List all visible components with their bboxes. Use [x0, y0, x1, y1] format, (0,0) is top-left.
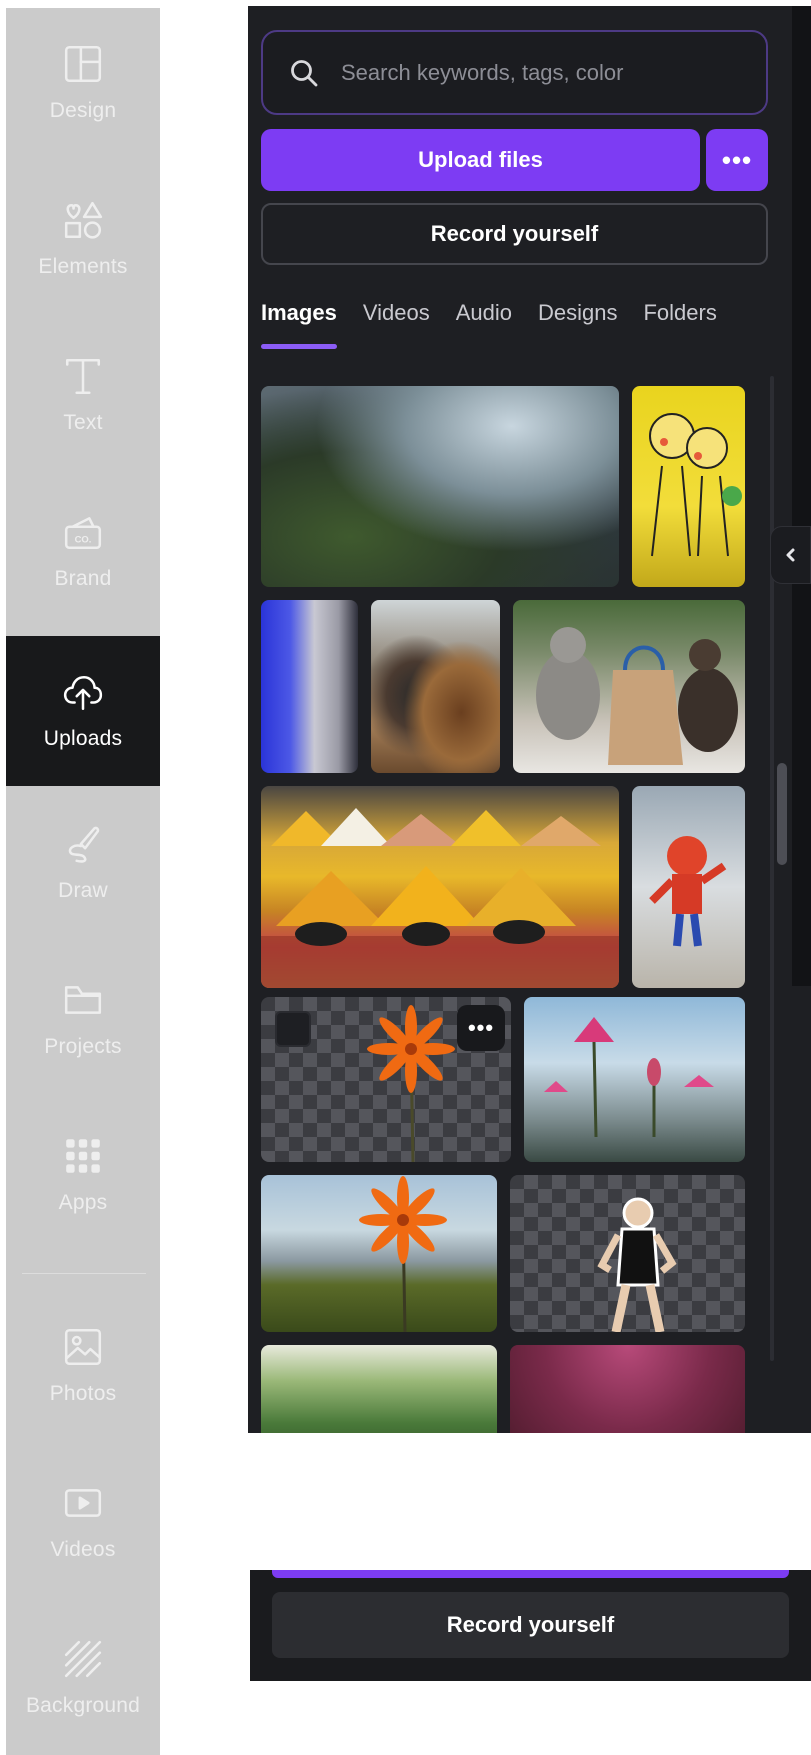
- sidebar-item-label: Design: [49, 99, 117, 122]
- gallery-image-runner-cutout[interactable]: [510, 1175, 745, 1332]
- runner-graphic: [597, 1197, 677, 1332]
- folder-icon: [64, 986, 102, 1014]
- sidebar-item-photos[interactable]: Photos: [6, 1291, 160, 1441]
- pink-lilies-graphic: [544, 1017, 714, 1138]
- chevron-left-icon: [786, 548, 794, 562]
- sidebar-item-background[interactable]: Background: [6, 1603, 160, 1753]
- gallery-image-pink-texture[interactable]: [510, 1345, 745, 1433]
- cloud-upload-icon: [63, 676, 103, 711]
- scrollbar-thumb[interactable]: [777, 763, 787, 865]
- record-yourself-button-lower[interactable]: Record yourself: [272, 1592, 789, 1658]
- image-gallery[interactable]: •••: [248, 376, 768, 1433]
- tab-folders[interactable]: Folders: [643, 300, 716, 350]
- gallery-image-spices[interactable]: [261, 786, 619, 988]
- tab-videos[interactable]: Videos: [363, 300, 430, 350]
- sidebar-item-label: Background: [25, 1694, 141, 1717]
- sidebar-item-label: Videos: [50, 1538, 116, 1561]
- sidebar-item-label: Brand: [54, 567, 112, 590]
- gallery-image-trees[interactable]: [261, 1345, 497, 1433]
- scrollbar-track[interactable]: [770, 376, 774, 1361]
- gallery-image-burger[interactable]: [371, 600, 500, 773]
- sidebar: Design Elements Text CO. Brand Uploads D…: [6, 8, 160, 1755]
- tab-images[interactable]: Images: [261, 300, 337, 350]
- pen-icon: [68, 826, 100, 863]
- gallery-image-flower-cutout[interactable]: •••: [261, 997, 511, 1162]
- media-tabs: Images Videos Audio Designs Folders: [261, 300, 743, 350]
- page: Design Elements Text CO. Brand Uploads D…: [0, 0, 811, 1755]
- image-icon: [64, 1328, 102, 1366]
- sidebar-item-label: Uploads: [43, 727, 123, 750]
- sidebar-item-draw[interactable]: Draw: [6, 788, 160, 938]
- collapse-panel-button[interactable]: [770, 526, 811, 584]
- sidebar-item-projects[interactable]: Projects: [6, 944, 160, 1094]
- spice-mounds-graphic: [261, 808, 619, 988]
- sidebar-item-text[interactable]: Text: [6, 320, 160, 470]
- gallery-image-ceramics[interactable]: [513, 600, 745, 773]
- search-icon: [291, 59, 318, 86]
- image-more-button[interactable]: •••: [457, 1005, 505, 1051]
- sidebar-item-label: Elements: [38, 255, 128, 278]
- orange-flower-graphic: [359, 1176, 447, 1332]
- tab-designs[interactable]: Designs: [538, 300, 617, 350]
- sidebar-item-design[interactable]: Design: [6, 8, 160, 158]
- ceramic-figures-graphic: [536, 627, 738, 765]
- text-icon: [65, 358, 101, 395]
- upload-files-button[interactable]: Upload files: [261, 129, 700, 191]
- sidebar-item-label: Photos: [49, 1382, 117, 1405]
- grid-icon: [66, 1139, 100, 1173]
- upload-button-edge[interactable]: [272, 1570, 789, 1578]
- sidebar-item-uploads[interactable]: Uploads: [6, 636, 160, 786]
- more-dots-icon: •••: [467, 1015, 495, 1040]
- brand-icon: CO.: [64, 517, 102, 550]
- svg-text:CO.: CO.: [75, 535, 92, 546]
- layout-icon: [64, 45, 102, 83]
- shapes-icon: [64, 201, 103, 239]
- sidebar-item-apps[interactable]: Apps: [6, 1100, 160, 1250]
- red-toy-graphic: [649, 836, 727, 947]
- gallery-image-yellow-poster[interactable]: [632, 386, 745, 587]
- record-yourself-button[interactable]: Record yourself: [261, 203, 768, 265]
- sidebar-item-brand[interactable]: CO. Brand: [6, 476, 160, 626]
- search-bar[interactable]: [261, 30, 768, 115]
- tab-audio[interactable]: Audio: [456, 300, 512, 350]
- sidebar-divider: [22, 1273, 146, 1274]
- sidebar-item-label: Draw: [58, 879, 108, 902]
- gallery-image-flower-landscape[interactable]: [261, 1175, 497, 1332]
- search-input[interactable]: [341, 59, 766, 86]
- more-options-button[interactable]: •••: [706, 129, 768, 191]
- sidebar-item-elements[interactable]: Elements: [6, 164, 160, 314]
- gallery-image-water-lilies[interactable]: [524, 997, 745, 1162]
- more-dots-icon: •••: [721, 144, 753, 175]
- panel-edge: [792, 6, 811, 986]
- sidebar-item-videos[interactable]: Videos: [6, 1447, 160, 1597]
- sidebar-item-label: Text: [63, 411, 103, 434]
- video-icon: [64, 1489, 102, 1517]
- gallery-image-toy[interactable]: [632, 786, 745, 988]
- gallery-image-statue[interactable]: [261, 600, 358, 773]
- sidebar-item-label: Apps: [58, 1191, 108, 1214]
- sidebar-item-label: Projects: [44, 1035, 122, 1058]
- stripes-icon: [64, 1640, 102, 1678]
- select-checkbox[interactable]: [275, 1011, 311, 1047]
- gallery-image-glitter[interactable]: [261, 386, 619, 587]
- cartoon-figures-graphic: [649, 413, 742, 557]
